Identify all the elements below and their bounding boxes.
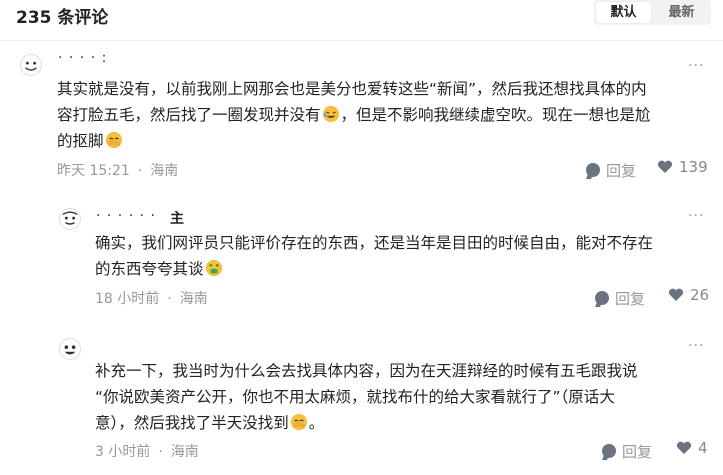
avatar-icon[interactable] <box>20 54 42 76</box>
sort-toggle: 默认 最新 <box>594 0 711 25</box>
comments-header: 235 条评论 默认 最新 <box>0 0 723 40</box>
reply-icon <box>602 444 616 458</box>
facepalm-emoji-icon <box>105 131 122 149</box>
reply-icon <box>586 163 600 177</box>
comment-time: 昨天 15:21 <box>57 163 130 179</box>
sort-latest-button[interactable]: 最新 <box>654 2 709 23</box>
heart-icon <box>668 288 684 301</box>
more-icon[interactable]: ··· <box>688 58 704 74</box>
comment-text: 补充一下，我当时为什么会去找具体内容，因为在天涯辩经的时候有五毛跟我说 “你说欧… <box>95 362 638 432</box>
more-icon[interactable]: ··· <box>688 338 704 354</box>
like-button[interactable]: 26 <box>668 286 709 304</box>
reply-button[interactable]: 回复 <box>602 441 652 462</box>
sort-default-button[interactable]: 默认 <box>596 2 651 23</box>
comment-meta: 昨天 15:21 · 海南 <box>57 163 179 179</box>
reply-button[interactable]: 回复 <box>586 160 636 181</box>
author-badge: 主 <box>170 211 184 227</box>
comment-time: 3 小时前 <box>95 444 151 460</box>
comment-location: 海南 <box>179 291 208 307</box>
more-icon[interactable]: ··· <box>688 208 704 224</box>
heart-icon <box>657 160 673 173</box>
like-count: 4 <box>698 439 708 457</box>
comment-text: 其实就是没有，以前我刚上网那会也是美分也爱转这些“新闻”，然后我还想找具体的内 … <box>57 80 651 150</box>
comment-count-title: 235 条评论 <box>16 8 109 28</box>
username[interactable]: · · · · : <box>58 50 107 66</box>
reply-icon <box>595 291 609 305</box>
avatar-icon[interactable] <box>59 208 81 230</box>
heart-icon <box>676 441 692 454</box>
username[interactable]: · · · · · · <box>96 208 156 224</box>
money-mouth-emoji-icon <box>205 259 222 277</box>
like-count: 139 <box>679 158 708 176</box>
comment-location: 海南 <box>150 163 179 179</box>
avatar-icon[interactable] <box>59 338 81 360</box>
comment-meta: 18 小时前 · 海南 <box>95 291 208 307</box>
comment-meta: 3 小时前 · 海南 <box>95 444 199 460</box>
header-divider <box>0 40 723 41</box>
reply-button[interactable]: 回复 <box>595 288 645 309</box>
like-button[interactable]: 4 <box>676 439 708 457</box>
rofl-emoji-icon <box>322 105 339 123</box>
comment-text: 确实，我们网评员只能评价存在的东西，还是当年是目田的时候自由，能对不存在 的东西… <box>95 234 654 278</box>
facepalm-emoji-icon <box>290 413 307 431</box>
like-button[interactable]: 139 <box>657 158 708 176</box>
comment-time: 18 小时前 <box>95 291 160 307</box>
comment-location: 海南 <box>170 444 199 460</box>
like-count: 26 <box>690 286 710 304</box>
